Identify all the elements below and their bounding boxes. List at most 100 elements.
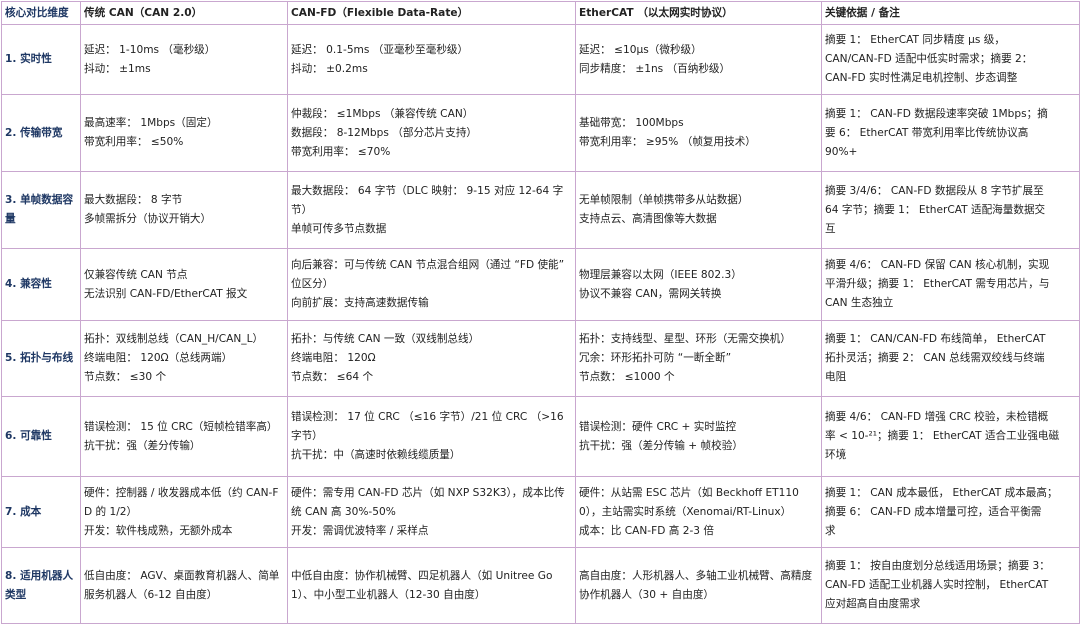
cell-line: 摘要 1： CAN 成本最低， EtherCAT 成本最高； (825, 486, 1058, 499)
cell-line: 仅兼容传统 CAN 节点 (84, 268, 188, 281)
cell-line: 摘要 4/6： CAN-FD 增强 CRC 校验，未检错概 (825, 411, 1049, 423)
cell-ethercat: 拓扑：支持线型、星型、环形（无需交换机） 冗余：环形拓扑可防 “一断全断” 节点数：… (575, 320, 822, 397)
cell-line: 协议不兼容 CAN，需网关转换 (579, 287, 722, 300)
row-dimension: 6. 可靠性 (1, 396, 81, 477)
cell-line: 64 字节；摘要 1： EtherCAT 适配海量数据交 (825, 203, 1046, 216)
cell-canfd: 硬件：需专用 CAN-FD 芯片（如 NXP S32K3），成本比传统 CAN … (287, 476, 576, 548)
cell-canfd: 中低自由度：协作机械臂、四足机器人（如 Unitree Go1）、中小型工业机器… (287, 547, 576, 624)
cell-ethercat: 错误检测：硬件 CRC + 实时监控 抗干扰：强（差分传输 + 帧校验） (575, 396, 822, 477)
cell-line: 要 6： EtherCAT 带宽利用率比传统协议高 (825, 126, 1029, 139)
header-canfd: CAN-FD（Flexible Data-Rate） (287, 1, 576, 25)
cell-line: 支持点云、高清图像等大数据 (579, 213, 717, 225)
cell-line: 无单帧限制（单帧携带多从站数据） (579, 194, 749, 206)
header-notes: 关键依据 / 备注 (821, 1, 1080, 25)
cell-can: 仅兼容传统 CAN 节点 无法识别 CAN-FD/EtherCAT 报文 (80, 248, 288, 321)
cell-notes: 摘要 1： CAN-FD 数据段速率突破 1Mbps；摘要 6： EtherCA… (821, 94, 1080, 172)
row-dimension: 5. 拓扑与布线 (1, 320, 81, 397)
table-row: 1. 实时性 延迟： 1-10ms （毫秒级） 抖动： ±1ms 延迟： 0.1-5m… (1, 24, 1080, 95)
cell-ethercat: 高自由度：人形机器人、多轴工业机械臂、高精度协作机器人（30 + 自由度） (575, 547, 822, 624)
cell-line: 中低自由度：协作机械臂、四足机器人（如 Unitree Go1）、中小型工业机器… (291, 569, 553, 601)
cell-line: 节点数： ≤64 个 (291, 371, 374, 383)
table-row: 7. 成本 硬件：控制器 / 收发器成本低（约 CAN-FD 的 1/2） 开发：软… (1, 476, 1080, 548)
cell-line: 低自由度： AGV、桌面教育机器人、简单服务机器人（6-12 自由度） (84, 569, 280, 601)
table-row: 5. 拓扑与布线 拓扑：双线制总线（CAN_H/CAN_L） 终端电阻： 120Ω（… (1, 320, 1080, 397)
cell-canfd: 向后兼容：可与传统 CAN 节点混合组网（通过 “FD 使能” 位区分） 向前扩展… (287, 248, 576, 321)
cell-line: 摘要 1： 按自由度划分总线适用场景；摘要 3： (825, 560, 1050, 572)
cell-line: 拓扑灵活；摘要 2： CAN 总线需双绞线与终端 (825, 352, 1045, 364)
cell-notes: 摘要 1： CAN 成本最低， EtherCAT 成本最高； 摘要 6： CAN-… (821, 476, 1080, 548)
cell-line: 抖动： ±1ms (84, 62, 151, 75)
cell-line: 拓扑：与传统 CAN 一致（双线制总线） (291, 333, 480, 345)
cell-canfd: 仲裁段： ≤1Mbps （兼容传统 CAN） 数据段： 8-12Mbps （部分芯… (287, 94, 576, 172)
cell-notes: 摘要 3/4/6： CAN-FD 数据段从 8 字节扩展至 64 字节；摘要 1：… (821, 171, 1080, 249)
cell-ethercat: 硬件：从站需 ESC 芯片（如 Beckhoff ET1100），主站需实时系统… (575, 476, 822, 548)
cell-line: 单帧可传多节点数据 (291, 222, 387, 235)
table-row: 3. 单帧数据容量 最大数据段： 8 字节 多帧需拆分（协议开销大） 最大数据段： 6… (1, 171, 1080, 249)
cell-line: 抗干扰：强（差分传输） (84, 439, 201, 452)
cell-can: 最高速率： 1Mbps（固定） 带宽利用率： ≤50% (80, 94, 288, 172)
cell-ethercat: 物理层兼容以太网（IEEE 802.3） 协议不兼容 CAN，需网关转换 (575, 248, 822, 321)
table-row: 6. 可靠性 错误检测： 15 位 CRC（短帧检错率高） 抗干扰：强（差分传输） 错… (1, 396, 1080, 477)
cell-notes: 摘要 1： EtherCAT 同步精度 μs 级， CAN/CAN-FD 适配中低… (821, 24, 1080, 95)
cell-canfd: 拓扑：与传统 CAN 一致（双线制总线） 终端电阻： 120Ω 节点数： ≤64 个 (287, 320, 576, 397)
cell-line: 平滑升级；摘要 1： EtherCAT 需专用芯片，与 (825, 278, 1050, 290)
cell-line: 开发：需调优波特率 / 采样点 (291, 524, 429, 537)
cell-line: 抖动： ±0.2ms (291, 62, 368, 75)
cell-line: 硬件：从站需 ESC 芯片（如 Beckhoff ET1100），主站需实时系统… (579, 486, 799, 518)
cell-line: 冗余：环形拓扑可防 “一断全断” (579, 352, 732, 364)
cell-line: 摘要 1： CAN-FD 数据段速率突破 1Mbps；摘 (825, 107, 1048, 120)
cell-line: 抗干扰：强（差分传输 + 帧校验） (579, 439, 743, 452)
cell-line: 拓扑：支持线型、星型、环形（无需交换机） (579, 333, 791, 345)
cell-line: 最大数据段： 64 字节（DLC 映射： 9-15 对应 12-64 字节） (291, 184, 564, 216)
cell-notes: 摘要 4/6： CAN-FD 保留 CAN 核心机制，实现 平滑升级；摘要 1： … (821, 248, 1080, 321)
cell-line: 90%+ (825, 145, 858, 158)
header-ethercat: EtherCAT （以太网实时协议） (575, 1, 822, 25)
cell-line: 互 (825, 222, 836, 235)
cell-line: 错误检测： 15 位 CRC（短帧检错率高） (84, 420, 278, 433)
row-dimension: 3. 单帧数据容量 (1, 171, 81, 249)
cell-can: 最大数据段： 8 字节 多帧需拆分（协议开销大） (80, 171, 288, 249)
row-dimension: 2. 传输带宽 (1, 94, 81, 172)
cell-can: 硬件：控制器 / 收发器成本低（约 CAN-FD 的 1/2） 开发：软件栈成熟，… (80, 476, 288, 548)
cell-can: 低自由度： AGV、桌面教育机器人、简单服务机器人（6-12 自由度） (80, 547, 288, 624)
cell-line: 应对超高自由度需求 (825, 598, 921, 610)
cell-line: 节点数： ≤30 个 (84, 371, 167, 383)
cell-line: 求 (825, 524, 836, 537)
cell-line: 终端电阻： 120Ω（总线两端） (84, 352, 233, 364)
cell-can: 延迟： 1-10ms （毫秒级） 抖动： ±1ms (80, 24, 288, 95)
cell-notes: 摘要 4/6： CAN-FD 增强 CRC 校验，未检错概率 < 10-²¹；摘… (821, 396, 1080, 477)
cell-line: 硬件：控制器 / 收发器成本低（约 CAN-FD 的 1/2） (84, 486, 279, 518)
cell-line: 错误检测：硬件 CRC + 实时监控 (579, 420, 737, 433)
cell-line: 摘要 4/6： CAN-FD 保留 CAN 核心机制，实现 (825, 259, 1050, 271)
cell-line: 多帧需拆分（协议开销大） (84, 213, 212, 225)
cell-canfd: 错误检测： 17 位 CRC （≤16 字节）/21 位 CRC （>16 字节… (287, 396, 576, 477)
header-dimension: 核心对比维度 (1, 1, 81, 25)
cell-line: 带宽利用率： ≤70% (291, 145, 391, 158)
cell-line: 物理层兼容以太网（IEEE 802.3） (579, 268, 742, 281)
cell-line: 摘要 1： CAN/CAN-FD 布线简单， EtherCAT (825, 333, 1046, 345)
cell-line: 摘要 1： EtherCAT 同步精度 μs 级， (825, 34, 1005, 46)
cell-notes: 摘要 1： 按自由度划分总线适用场景；摘要 3： CAN-FD 适配工业机器人实时… (821, 547, 1080, 624)
table-header: 核心对比维度 传统 CAN（CAN 2.0） CAN-FD（Flexible D… (1, 1, 1080, 25)
cell-can: 拓扑：双线制总线（CAN_H/CAN_L） 终端电阻： 120Ω（总线两端） 节点数… (80, 320, 288, 397)
cell-line: 向后兼容：可与传统 CAN 节点混合组网（通过 “FD 使能” 位区分） (291, 259, 565, 290)
cell-line: CAN-FD 实时性满足电机控制、步态调整 (825, 72, 1018, 84)
row-dimension: 4. 兼容性 (1, 248, 81, 321)
cell-line: 延迟： 0.1-5ms （亚毫秒至毫秒级） (291, 43, 469, 56)
cell-line: 错误检测： 17 位 CRC （≤16 字节）/21 位 CRC （>16 字节… (291, 411, 564, 442)
cell-line: CAN-FD 适配工业机器人实时控制， EtherCAT (825, 579, 1049, 591)
row-dimension: 7. 成本 (1, 476, 81, 548)
header-can: 传统 CAN（CAN 2.0） (80, 1, 288, 25)
cell-line: 同步精度： ±1ns （百纳秒级） (579, 62, 731, 75)
cell-line: 基础带宽： 100Mbps (579, 117, 684, 129)
comparison-table: 核心对比维度 传统 CAN（CAN 2.0） CAN-FD（Flexible D… (1, 1, 1080, 624)
table-row: 4. 兼容性 仅兼容传统 CAN 节点 无法识别 CAN-FD/EtherCAT 报… (1, 248, 1080, 321)
cell-line: 带宽利用率： ≤50% (84, 136, 184, 148)
table-body: 1. 实时性 延迟： 1-10ms （毫秒级） 抖动： ±1ms 延迟： 0.1-5m… (1, 24, 1080, 624)
cell-line: 摘要 3/4/6： CAN-FD 数据段从 8 字节扩展至 (825, 184, 1044, 197)
table-row: 2. 传输带宽 最高速率： 1Mbps（固定） 带宽利用率： ≤50% 仲裁段： ≤1… (1, 94, 1080, 172)
cell-line: 最高速率： 1Mbps（固定） (84, 117, 218, 129)
cell-line: 成本：比 CAN-FD 高 2-3 倍 (579, 524, 714, 537)
cell-line: 向前扩展：支持高速数据传输 (291, 297, 429, 309)
cell-ethercat: 基础带宽： 100Mbps 带宽利用率： ≥95% （帧复用技术） (575, 94, 822, 172)
